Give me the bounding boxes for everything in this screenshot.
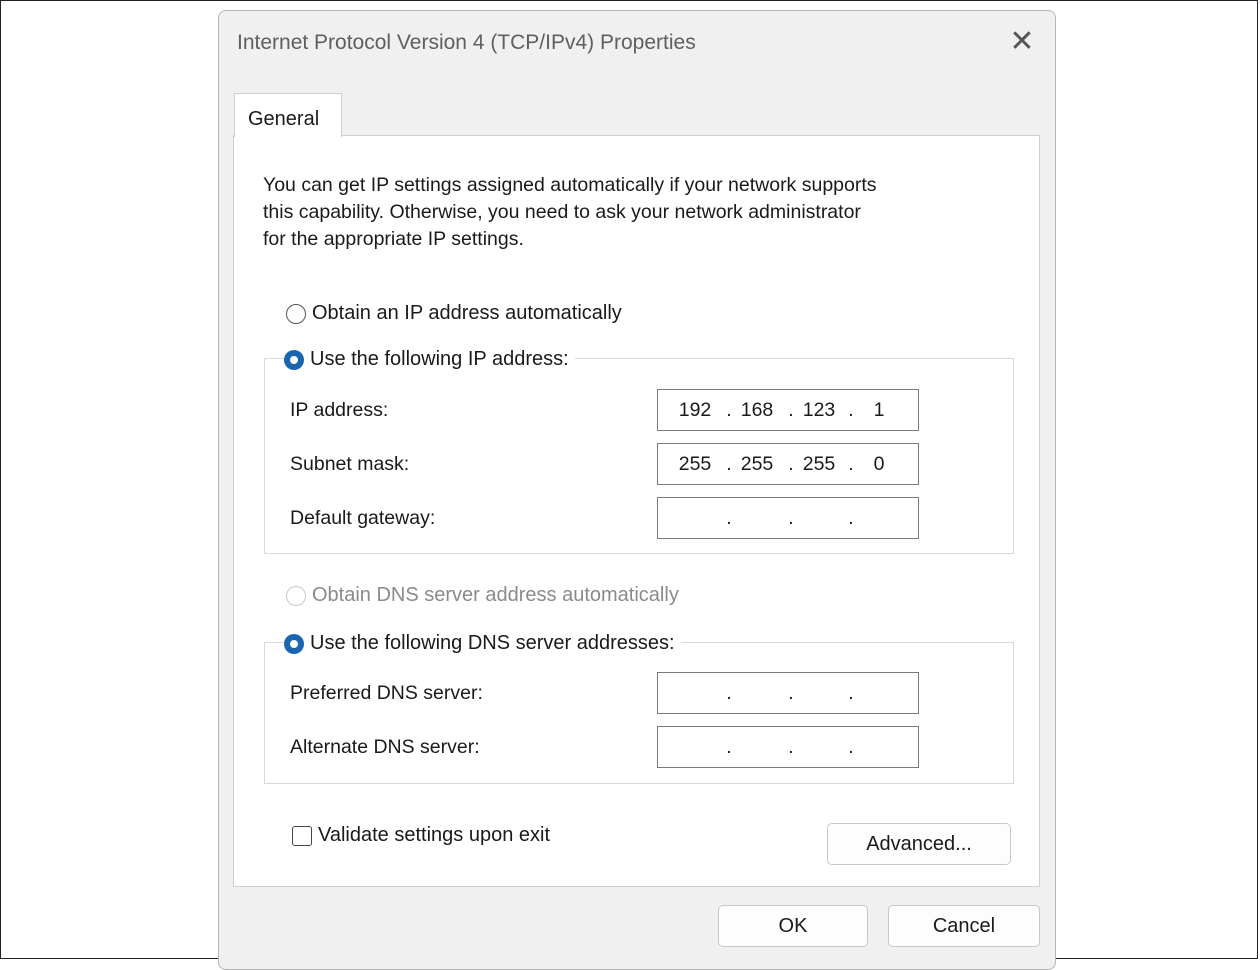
obtain-dns-automatically-radio[interactable] <box>286 585 306 606</box>
ok-button[interactable]: OK <box>718 905 868 947</box>
gateway-dot: . <box>788 507 794 529</box>
ip-dot: . <box>848 399 854 421</box>
alternate-dns-dot: . <box>788 736 794 758</box>
alternate-dns-input[interactable]: . . . <box>657 726 919 768</box>
use-following-ip-label: Use the following IP address: <box>310 348 569 370</box>
use-following-ip-option[interactable]: Use the following IP address: <box>284 348 575 371</box>
advanced-button[interactable]: Advanced... <box>827 823 1011 865</box>
intro-line: You can get IP settings assigned automat… <box>263 174 877 196</box>
preferred-dns-input[interactable]: . . . <box>657 672 919 714</box>
default-gateway-label: Default gateway: <box>290 507 436 529</box>
ip-octet: 1 <box>873 399 885 421</box>
close-icon[interactable]: ✕ <box>1005 27 1039 57</box>
intro-text: You can get IP settings assigned automat… <box>263 172 1003 253</box>
tab-general[interactable]: General <box>234 93 342 137</box>
alternate-dns-dot: . <box>726 736 732 758</box>
intro-line: this capability. Otherwise, you need to … <box>263 201 861 223</box>
subnet-mask-label: Subnet mask: <box>290 453 410 475</box>
gateway-dot: . <box>726 507 732 529</box>
ip-octet: 168 <box>740 399 774 421</box>
use-following-ip-radio[interactable] <box>284 349 304 370</box>
ip-dot: . <box>788 399 794 421</box>
subnet-dot: . <box>848 453 854 475</box>
validate-settings-checkbox[interactable] <box>292 825 312 846</box>
preferred-dns-dot: . <box>848 682 854 704</box>
preferred-dns-label: Preferred DNS server: <box>290 682 483 704</box>
subnet-mask-input[interactable]: 255 . 255 . 255 . 0 <box>657 443 919 485</box>
general-panel: You can get IP settings assigned automat… <box>233 135 1040 887</box>
ip-dot: . <box>726 399 732 421</box>
ip-address-input[interactable]: 192 . 168 . 123 . 1 <box>657 389 919 431</box>
use-following-dns-label: Use the following DNS server addresses: <box>310 632 675 654</box>
obtain-dns-automatically-label: Obtain DNS server address automatically <box>312 584 679 606</box>
subnet-octet: 255 <box>802 453 836 475</box>
subnet-octet: 255 <box>740 453 774 475</box>
intro-line: for the appropriate IP settings. <box>263 228 524 250</box>
gateway-dot: . <box>848 507 854 529</box>
window-title: Internet Protocol Version 4 (TCP/IPv4) P… <box>237 31 696 54</box>
ipv4-properties-dialog: Internet Protocol Version 4 (TCP/IPv4) P… <box>218 10 1056 970</box>
obtain-ip-automatically-radio[interactable] <box>286 303 306 324</box>
cancel-button[interactable]: Cancel <box>888 905 1040 947</box>
ip-octet: 192 <box>678 399 712 421</box>
preferred-dns-dot: . <box>788 682 794 704</box>
use-following-dns-option[interactable]: Use the following DNS server addresses: <box>284 632 681 655</box>
alternate-dns-label: Alternate DNS server: <box>290 736 480 758</box>
use-following-dns-radio[interactable] <box>284 633 304 654</box>
preferred-dns-dot: . <box>726 682 732 704</box>
default-gateway-input[interactable]: . . . <box>657 497 919 539</box>
ip-address-label: IP address: <box>290 399 389 421</box>
subnet-octet: 0 <box>873 453 885 475</box>
validate-settings-label: Validate settings upon exit <box>318 824 551 846</box>
subnet-dot: . <box>726 453 732 475</box>
obtain-dns-automatically-option[interactable]: Obtain DNS server address automatically <box>286 584 685 607</box>
ip-octet: 123 <box>802 399 836 421</box>
validate-settings-option[interactable]: Validate settings upon exit <box>292 824 550 847</box>
subnet-dot: . <box>788 453 794 475</box>
subnet-octet: 255 <box>678 453 712 475</box>
obtain-ip-automatically-option[interactable]: Obtain an IP address automatically <box>286 302 628 325</box>
alternate-dns-dot: . <box>848 736 854 758</box>
obtain-ip-automatically-label: Obtain an IP address automatically <box>312 302 622 324</box>
